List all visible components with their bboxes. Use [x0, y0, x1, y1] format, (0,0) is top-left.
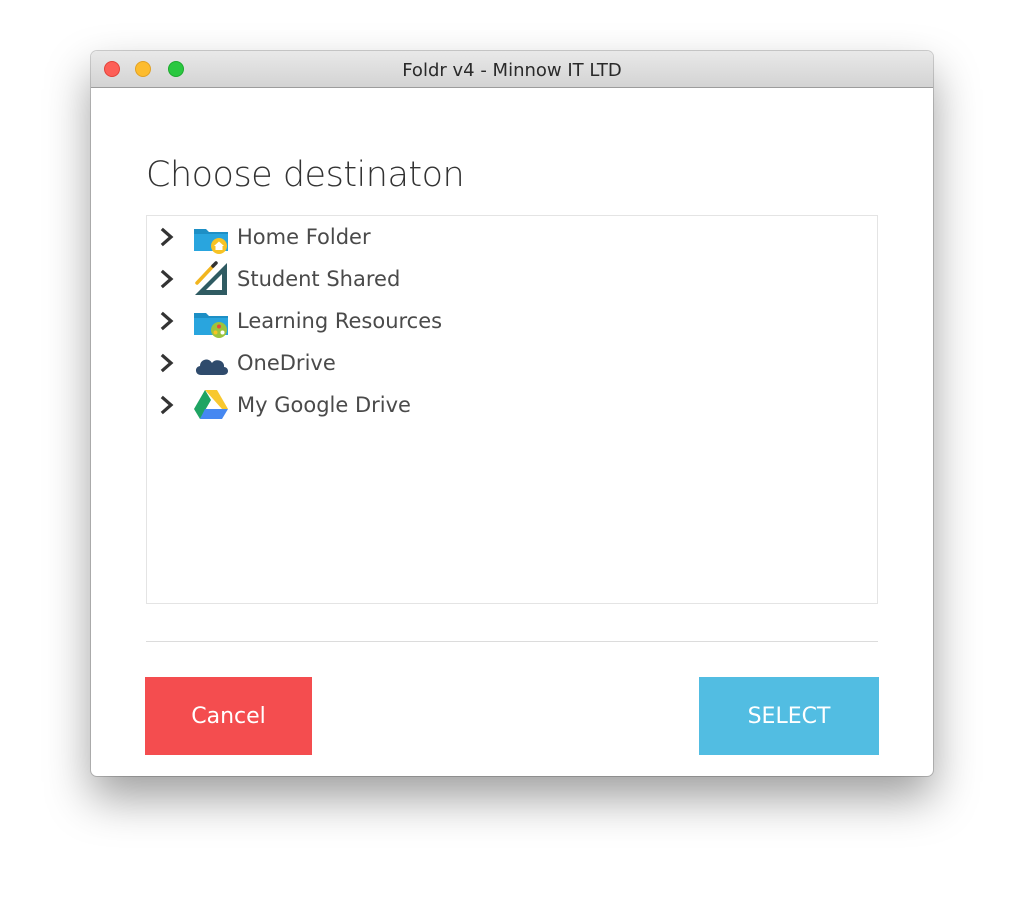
tree-item-onedrive[interactable]: OneDrive	[147, 345, 877, 381]
tree-item-label: OneDrive	[237, 351, 336, 375]
tree-item-home-folder[interactable]: Home Folder	[147, 219, 877, 255]
tree-item-label: Home Folder	[237, 225, 371, 249]
cloud-icon	[195, 359, 228, 375]
chevron-right-icon[interactable]	[159, 353, 175, 373]
shared-folder-icon	[194, 313, 228, 338]
select-button[interactable]: SELECT	[699, 677, 879, 755]
tree-item-label: My Google Drive	[237, 393, 411, 417]
cancel-button[interactable]: Cancel	[145, 677, 312, 755]
tree-item-label: Learning Resources	[237, 309, 443, 333]
tree-item-my-google-drive[interactable]: My Google Drive	[147, 387, 877, 423]
chevron-right-icon[interactable]	[159, 395, 175, 415]
title-bar[interactable]: Foldr v4 - Minnow IT LTD	[91, 51, 933, 88]
tree-item-learning-resources[interactable]: Learning Resources	[147, 303, 877, 339]
google-drive-icon	[194, 390, 228, 419]
window-title: Foldr v4 - Minnow IT LTD	[402, 60, 622, 81]
tree-item-student-shared[interactable]: Student Shared	[147, 261, 877, 297]
chevron-right-icon[interactable]	[159, 311, 175, 331]
divider	[146, 641, 878, 642]
app-window: Foldr v4 - Minnow IT LTD Choose destinat…	[91, 51, 933, 776]
dialog-heading: Choose destinaton	[146, 155, 465, 195]
tree-item-label: Student Shared	[237, 267, 401, 291]
home-folder-icon	[194, 229, 228, 254]
set-square-pencil-icon	[195, 261, 227, 295]
chevron-right-icon[interactable]	[159, 269, 175, 289]
destination-tree[interactable]: Home Folder Student Shared Learning Reso…	[146, 215, 878, 604]
chevron-right-icon[interactable]	[159, 227, 175, 247]
